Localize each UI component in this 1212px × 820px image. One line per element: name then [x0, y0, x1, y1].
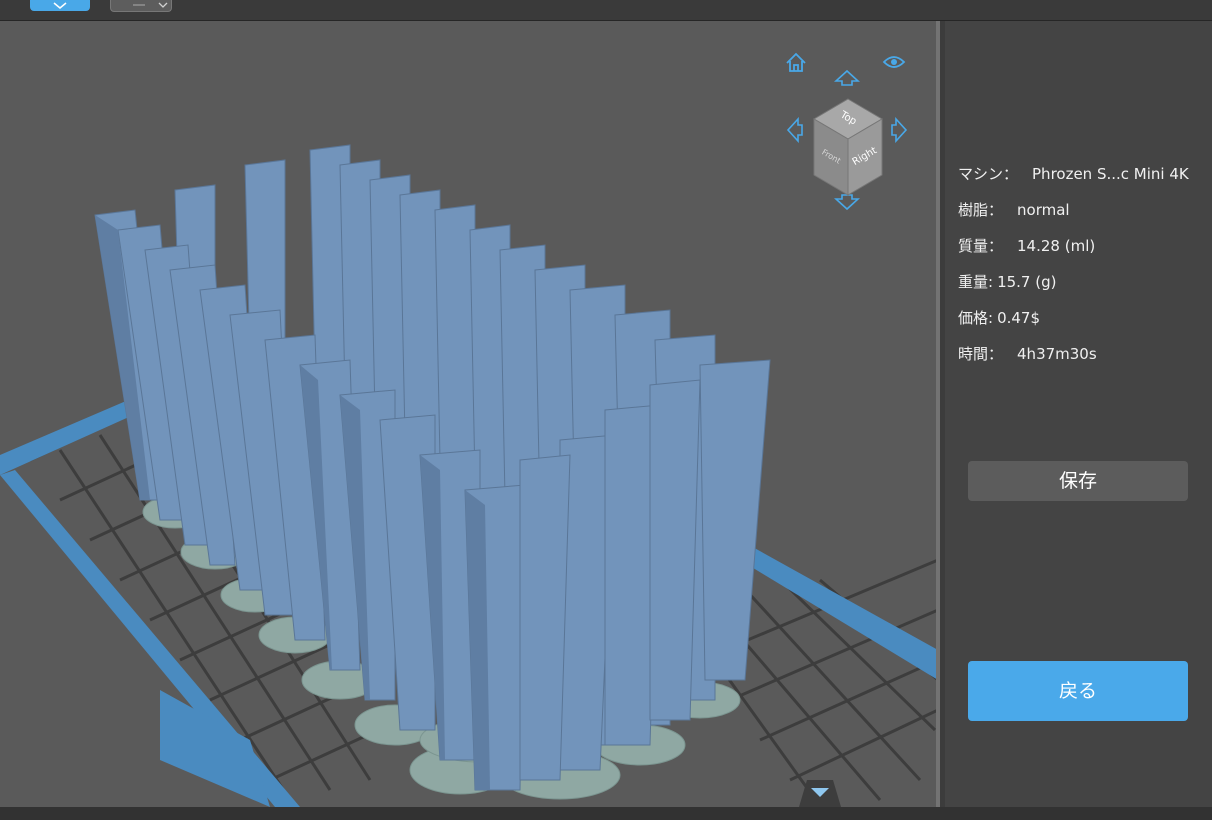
machine-row: マシン： Phrozen S...c Mini 4K	[958, 163, 1189, 184]
weight-label: 重量:	[958, 273, 994, 291]
chevron-down-icon	[133, 2, 168, 8]
price-label: 価格:	[958, 309, 994, 327]
home-view-button[interactable]	[784, 51, 808, 75]
resin-label: 樹脂：	[958, 201, 1004, 219]
machine-value: Phrozen S...c Mini 4K	[1032, 165, 1189, 183]
slice-info-panel: マシン： Phrozen S...c Mini 4K 樹脂： normal 質量： 1…	[945, 21, 1212, 807]
rotate-right-button[interactable]	[890, 117, 908, 143]
volume-row: 質量： 14.28 (ml)	[958, 235, 1095, 256]
status-bar	[0, 807, 1212, 820]
save-button[interactable]: 保存	[968, 461, 1188, 501]
weight-value: 15.7 (g)	[997, 273, 1057, 291]
price-row: 価格: 0.47$	[958, 307, 1040, 328]
time-label: 時間：	[958, 345, 1004, 363]
time-value: 4h37m30s	[1017, 345, 1097, 363]
arrow-left-icon	[786, 117, 803, 143]
arrow-right-icon	[891, 117, 908, 143]
3d-viewport[interactable]: Top Front Right	[0, 21, 938, 807]
resin-value: normal	[1017, 201, 1070, 219]
volume-value: 14.28 (ml)	[1017, 237, 1096, 255]
tool-icon	[53, 2, 67, 9]
rotate-up-button[interactable]	[834, 69, 860, 87]
back-button[interactable]: 戻る	[968, 661, 1188, 721]
time-row: 時間： 4h37m30s	[958, 343, 1097, 364]
volume-label: 質量：	[958, 237, 1004, 255]
triangle-down-icon	[799, 780, 841, 807]
top-toolbar	[0, 0, 1212, 21]
tool-tab-active[interactable]	[30, 0, 90, 11]
view-select-dropdown[interactable]	[110, 0, 172, 12]
resin-row: 樹脂： normal	[958, 199, 1070, 220]
price-value: 0.47$	[997, 309, 1041, 327]
home-icon	[786, 52, 806, 72]
eye-icon	[882, 56, 906, 68]
weight-row: 重量: 15.7 (g)	[958, 271, 1056, 292]
visibility-button[interactable]	[882, 52, 906, 72]
bottom-panel-toggle[interactable]	[795, 780, 845, 807]
rotate-left-button[interactable]	[786, 117, 804, 143]
view-cube[interactable]: Top Front Right	[812, 97, 884, 197]
machine-label: マシン：	[958, 165, 1019, 183]
arrow-up-icon	[834, 69, 860, 86]
view-cube-navigator: Top Front Right	[778, 47, 918, 222]
